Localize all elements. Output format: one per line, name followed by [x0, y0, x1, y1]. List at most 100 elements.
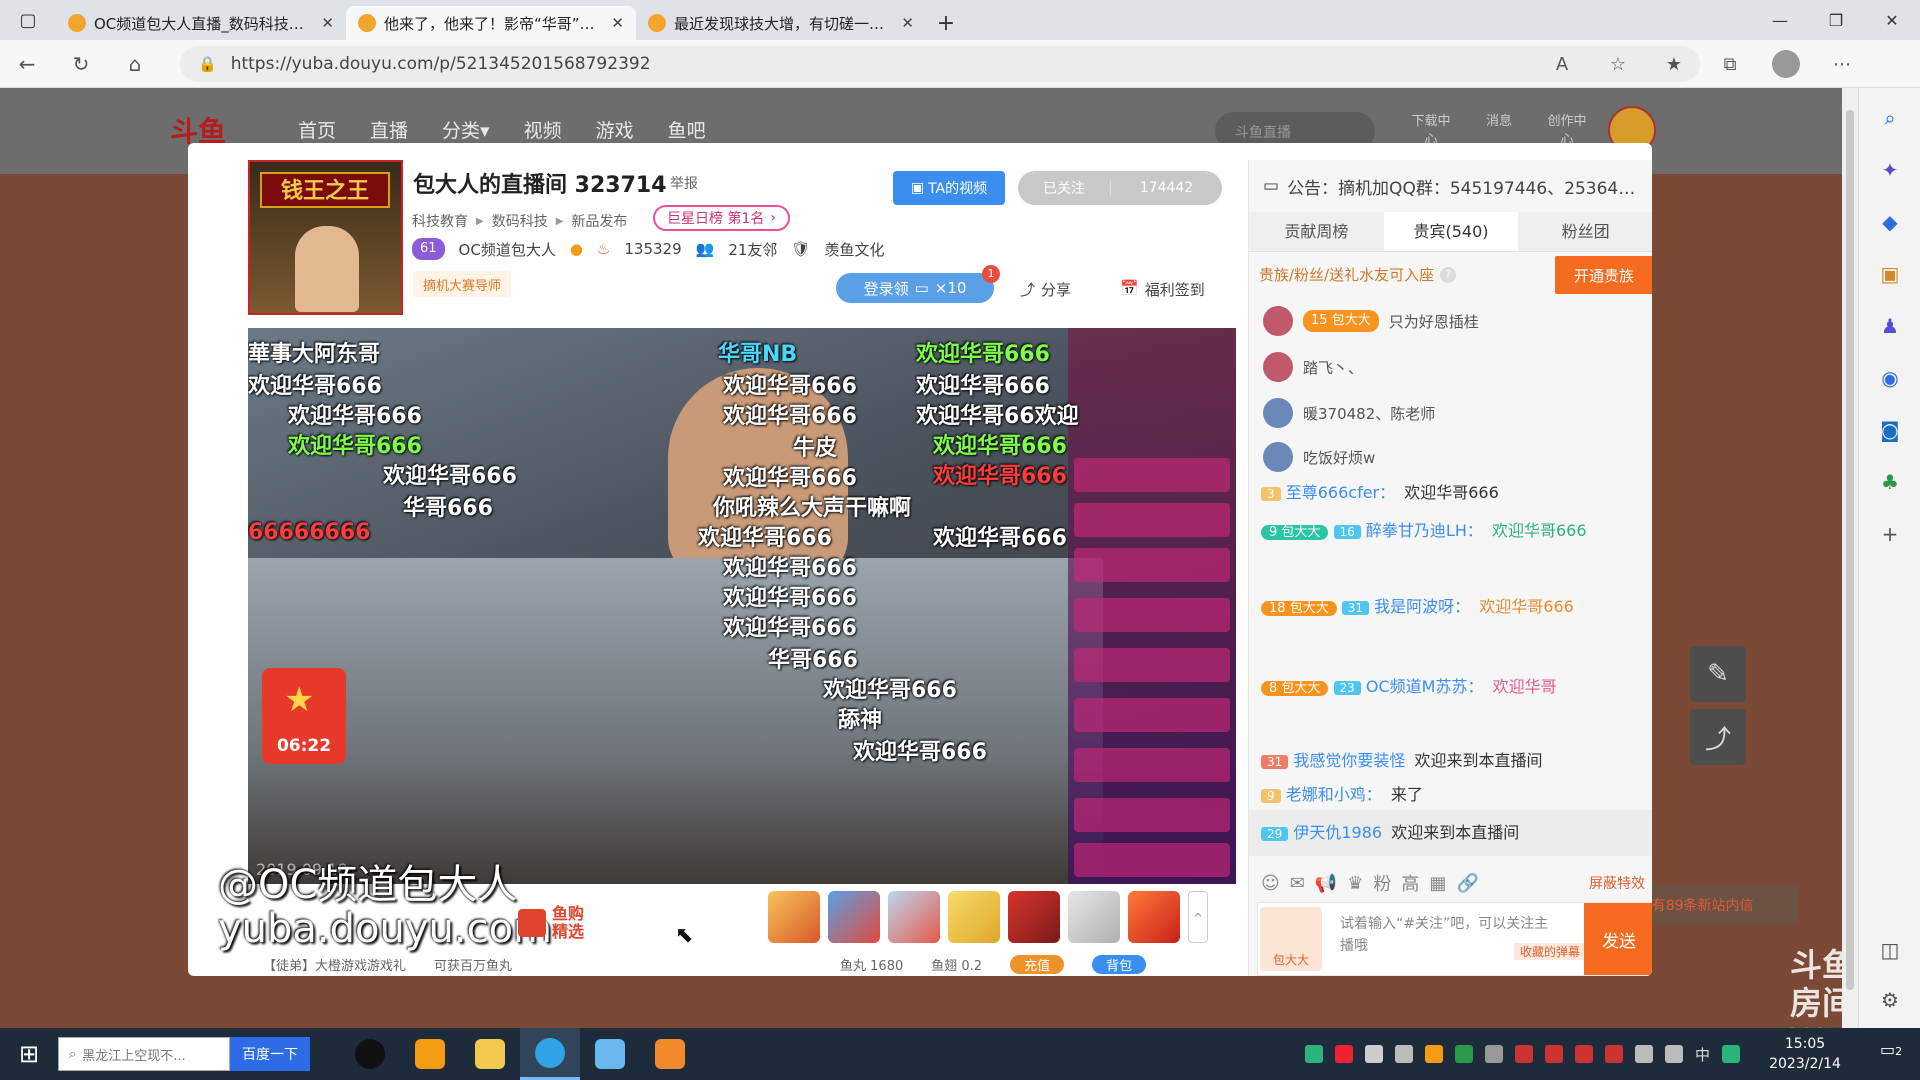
- file-explorer-icon[interactable]: [460, 1028, 520, 1080]
- tray-app-icon[interactable]: [1514, 1045, 1533, 1063]
- crumb-digital[interactable]: 数码科技: [492, 211, 548, 231]
- vip-list-item[interactable]: 暖370482、陈老师: [1263, 396, 1435, 430]
- tools-icon[interactable]: ▣: [1878, 262, 1902, 286]
- collections-icon[interactable]: ⧉: [1702, 54, 1758, 75]
- block-effects-toggle[interactable]: 屏蔽特效: [1589, 873, 1645, 893]
- chat-username[interactable]: 伊天仇1986: [1293, 823, 1382, 842]
- report-link[interactable]: 举报: [670, 173, 698, 193]
- browser-tab-3[interactable]: 最近发现球技大增，有切磋一下的 ✕: [636, 6, 926, 40]
- edit-icon[interactable]: ✎: [1690, 646, 1746, 702]
- send-button[interactable]: 发送: [1584, 903, 1652, 975]
- vip-list-item[interactable]: 15 包大大 只为好恩插桂: [1263, 304, 1479, 338]
- scrollbar-thumb[interactable]: [1846, 110, 1854, 990]
- profile-avatar[interactable]: [1772, 50, 1800, 78]
- tray-app-icon[interactable]: [1484, 1045, 1503, 1063]
- restore-icon[interactable]: ❐: [1808, 0, 1864, 40]
- favorites-icon[interactable]: ★: [1646, 54, 1702, 75]
- tab-weekly-rank[interactable]: 贡献周榜: [1249, 212, 1384, 251]
- nav-home[interactable]: 首页: [298, 116, 336, 143]
- nav-yuba[interactable]: 鱼吧: [668, 116, 706, 143]
- mail-icon[interactable]: ✉: [1290, 873, 1305, 894]
- login-reward-button[interactable]: 登录领 ▭ ×10 1: [836, 265, 1000, 303]
- qq-app-icon[interactable]: [340, 1028, 400, 1080]
- settings-gear-icon[interactable]: ⚙: [1878, 988, 1902, 1012]
- gift-badge-icon[interactable]: 包大大: [1260, 907, 1322, 971]
- new-tab-button[interactable]: +: [926, 6, 966, 40]
- browser-tab-2[interactable]: 他来了，他来了！影帝“华哥”，你 ✕: [346, 6, 636, 40]
- open-noble-button[interactable]: 开通贵族: [1555, 256, 1652, 294]
- room-cover-image[interactable]: 钱王之王: [248, 160, 403, 315]
- close-window-icon[interactable]: ✕: [1864, 0, 1920, 40]
- copilot-icon[interactable]: ✦: [1878, 158, 1902, 182]
- daily-rank-badge[interactable]: 巨星日榜 第1名 ›: [653, 205, 790, 231]
- tray-app-icon[interactable]: [1604, 1045, 1623, 1063]
- link-icon[interactable]: 🔗: [1456, 873, 1478, 894]
- tab-fan-group[interactable]: 粉丝团: [1518, 212, 1652, 251]
- charge-button[interactable]: 充值: [1010, 955, 1065, 974]
- chat-username[interactable]: 我感觉你要装怪: [1293, 751, 1405, 770]
- close-tab-icon[interactable]: ✕: [611, 14, 624, 32]
- tray-app-icon[interactable]: [1304, 1045, 1323, 1063]
- tree-icon[interactable]: ♣: [1878, 470, 1902, 494]
- close-tab-icon[interactable]: ✕: [901, 14, 914, 32]
- url-field[interactable]: 🔒 https://yuba.douyu.com/p/5213452015687…: [180, 46, 1700, 82]
- browser-tab-1[interactable]: OC频道包大人直播_数码科技直播 ✕: [56, 6, 346, 40]
- tray-app-icon[interactable]: [1364, 1045, 1383, 1063]
- vip-list-item[interactable]: 踏飞丶、: [1263, 350, 1363, 384]
- volume-icon[interactable]: [1664, 1045, 1683, 1063]
- shopping-tag-icon[interactable]: ◆: [1878, 210, 1902, 234]
- gift-item[interactable]: [1008, 891, 1060, 943]
- split-screen-icon[interactable]: ◫: [1878, 938, 1902, 962]
- taskbar-search-input[interactable]: ⌕ 黑龙江上空现不...: [58, 1037, 230, 1071]
- chat-username[interactable]: 醉拳甘乃迪LH：: [1366, 521, 1483, 540]
- more-icon[interactable]: ⋯: [1814, 54, 1870, 75]
- baidu-search-button[interactable]: 百度一下: [230, 1037, 310, 1071]
- chat-username[interactable]: 老娜和小鸡：: [1286, 785, 1382, 804]
- gift-item[interactable]: [828, 891, 880, 943]
- gift-item[interactable]: [1068, 891, 1120, 943]
- high-energy-icon[interactable]: 高: [1401, 870, 1419, 896]
- chat-bubble-icon[interactable]: ●: [570, 240, 583, 258]
- home-icon[interactable]: ⌂: [108, 40, 162, 88]
- fan-icon[interactable]: 粉: [1373, 870, 1391, 896]
- megaphone-icon[interactable]: 📢: [1315, 873, 1337, 894]
- tray-app-icon[interactable]: [1454, 1045, 1473, 1063]
- gift-item[interactable]: [948, 891, 1000, 943]
- crown-icon[interactable]: ♛: [1347, 873, 1363, 894]
- favorite-add-icon[interactable]: ☆: [1590, 54, 1646, 75]
- video-player[interactable]: 華事大阿东哥 欢迎华哥666 欢迎华哥666 欢迎华哥666 欢迎华哥666 华哥666 6…: [248, 328, 1236, 884]
- refresh-icon[interactable]: ↻: [54, 40, 108, 88]
- tray-app-icon[interactable]: [1424, 1045, 1443, 1063]
- gift-item[interactable]: [888, 891, 940, 943]
- chat-username[interactable]: OC频道M苏苏：: [1366, 677, 1484, 696]
- gift-item[interactable]: [1128, 891, 1180, 943]
- chat-input-area[interactable]: 包大大 试着输入“#关注”吧，可以关注主播哦 收藏的弹幕 发送: [1257, 902, 1652, 976]
- task-text[interactable]: 【徒弟】大橙游戏游戏礼: [263, 955, 406, 974]
- treasure-box[interactable]: ★ 06:22: [262, 668, 346, 764]
- add-icon[interactable]: +: [1878, 522, 1902, 546]
- image-icon[interactable]: ▦: [1429, 873, 1446, 894]
- anchor-tag[interactable]: 摘机大赛导师: [413, 271, 512, 297]
- outlook-icon[interactable]: ◙: [1878, 418, 1902, 442]
- emoji-icon[interactable]: ☺: [1261, 873, 1280, 894]
- tray-app-icon[interactable]: [1574, 1045, 1593, 1063]
- help-icon[interactable]: ?: [1440, 266, 1457, 283]
- close-tab-icon[interactable]: ✕: [321, 14, 334, 32]
- games-icon[interactable]: ♟: [1878, 314, 1902, 338]
- chat-username[interactable]: 至尊666cfer：: [1286, 483, 1395, 502]
- minimize-icon[interactable]: —: [1752, 0, 1808, 40]
- follow-button[interactable]: 已关注 174442: [1018, 171, 1222, 205]
- back-icon[interactable]: ←: [0, 40, 54, 88]
- ime-indicator[interactable]: 中: [1695, 1044, 1710, 1065]
- network-icon[interactable]: [1634, 1045, 1653, 1063]
- tab-actions-icon[interactable]: ▢: [0, 0, 56, 40]
- qq-client-icon[interactable]: [580, 1028, 640, 1080]
- nav-live[interactable]: 直播: [370, 116, 408, 143]
- edge-app-icon[interactable]: [520, 1028, 580, 1080]
- sogou-ime-icon[interactable]: [1722, 1045, 1740, 1063]
- tray-app-icon[interactable]: [1544, 1045, 1563, 1063]
- nav-game[interactable]: 游戏: [596, 116, 634, 143]
- crumb-tech-edu[interactable]: 科技教育: [412, 211, 468, 231]
- read-aloud-icon[interactable]: A: [1534, 54, 1590, 75]
- chat-username[interactable]: 我是阿波呀：: [1374, 597, 1470, 616]
